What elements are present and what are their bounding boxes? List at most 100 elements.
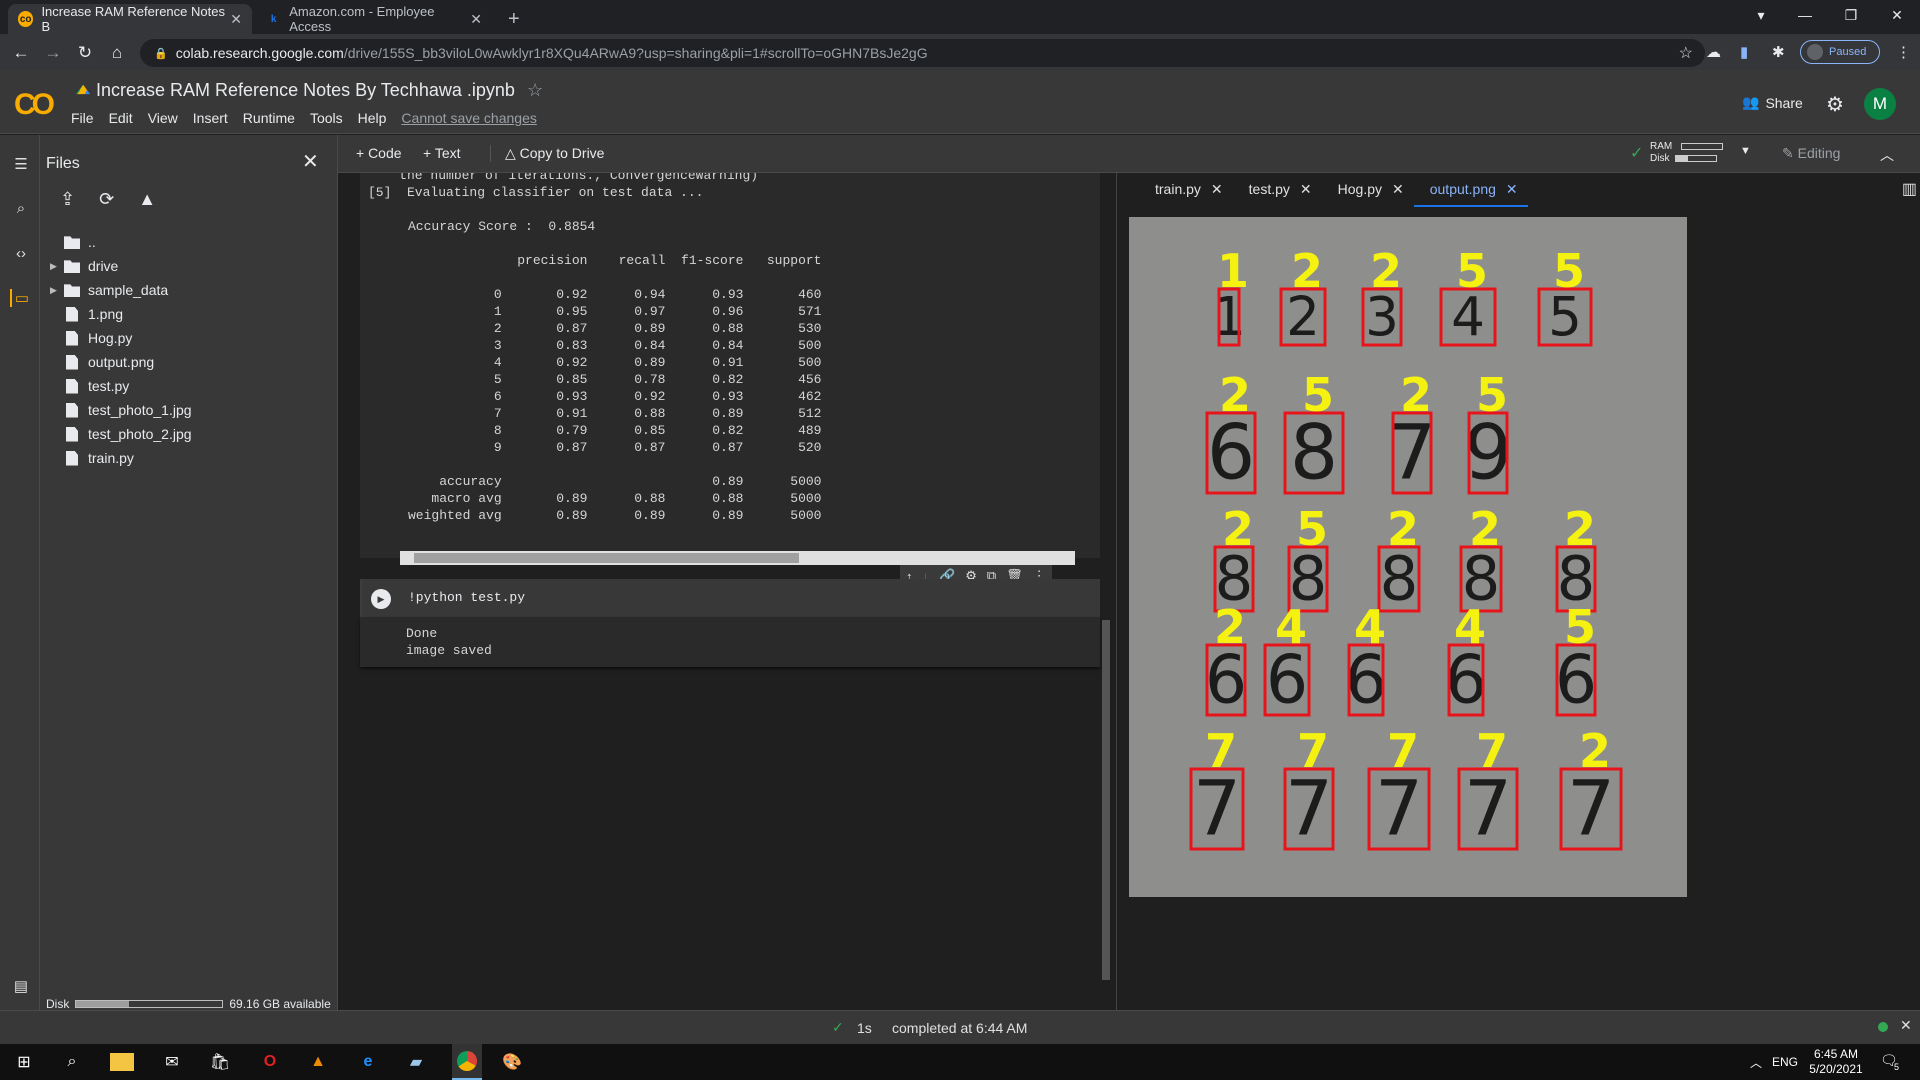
close-window-icon[interactable]: ✕ <box>1874 0 1920 30</box>
reload-icon[interactable]: ↻ <box>74 42 96 64</box>
up-folder-icon <box>64 236 80 249</box>
close-icon[interactable]: ✕ <box>1392 181 1404 207</box>
url-input[interactable]: 🔒 colab.research.google.com/drive/155S_b… <box>140 39 1705 67</box>
files-folder-icon[interactable]: ▭ <box>10 289 32 307</box>
upload-icon[interactable]: ⇪ <box>60 189 75 210</box>
close-icon[interactable]: ✕ <box>1300 181 1312 207</box>
expand-arrow-icon[interactable]: ▶ <box>50 261 64 272</box>
close-icon[interactable]: ✕ <box>1506 181 1518 205</box>
code-snippets-icon[interactable]: ‹› <box>10 245 32 262</box>
back-icon[interactable]: ← <box>10 42 32 64</box>
search-icon[interactable]: ⌕ <box>60 1050 84 1074</box>
run-cell-button[interactable]: ▶ <box>371 589 391 609</box>
table-of-contents-icon[interactable]: ☰ <box>10 155 32 173</box>
tree-item-parent[interactable]: .. <box>50 231 96 253</box>
menu-insert[interactable]: Insert <box>193 110 228 126</box>
vlc-icon[interactable]: ▲ <box>306 1050 330 1074</box>
file-explorer-icon[interactable] <box>110 1053 134 1071</box>
tree-item-drive[interactable]: ▶ drive <box>50 255 118 277</box>
browser-tab-colab[interactable]: co Increase RAM Reference Notes B ✕ <box>8 4 252 34</box>
profile-menu-icon[interactable]: ▾ <box>1738 0 1784 30</box>
tree-item-train-py[interactable]: train.py <box>50 447 134 469</box>
profile-paused-button[interactable]: Paused <box>1800 40 1880 64</box>
store-icon[interactable]: 🛍 <box>208 1050 232 1074</box>
search-icon[interactable]: ⌕ <box>10 200 32 217</box>
output-horizontal-scrollbar[interactable] <box>400 551 1075 565</box>
ram-disk-indicator[interactable]: RAM Disk <box>1650 141 1724 165</box>
expand-arrow-icon[interactable]: ▶ <box>50 285 64 296</box>
tree-item-test-photo-2[interactable]: test_photo_2.jpg <box>50 423 192 445</box>
tab-train-py[interactable]: train.py ✕ <box>1139 173 1233 207</box>
tree-item-output-png[interactable]: output.png <box>50 351 154 373</box>
tree-item-hog-py[interactable]: Hog.py <box>50 327 132 349</box>
scroll-thumb[interactable] <box>414 553 799 563</box>
predicted-label: 5 <box>1302 368 1334 422</box>
mount-drive-icon[interactable]: ▲ <box>138 189 156 210</box>
tree-item-test-photo-1[interactable]: test_photo_1.jpg <box>50 399 192 421</box>
menu-help[interactable]: Help <box>358 110 387 126</box>
settings-gear-icon[interactable]: ⚙ <box>1826 92 1844 117</box>
terminal-icon[interactable]: ▤ <box>10 977 32 995</box>
code-cell[interactable]: ▶ !python test.py <box>360 579 1100 617</box>
minimize-icon[interactable]: — <box>1782 0 1828 30</box>
tab-hog-py[interactable]: Hog.py ✕ <box>1322 173 1414 207</box>
menu-tools[interactable]: Tools <box>310 110 343 126</box>
edge-icon[interactable]: e <box>356 1050 380 1074</box>
cannot-save-link[interactable]: Cannot save changes <box>401 110 536 126</box>
editing-mode-button[interactable]: ✎ Editing <box>1782 145 1840 162</box>
tab-output-png[interactable]: output.png ✕ <box>1413 173 1528 207</box>
user-avatar[interactable]: M <box>1864 88 1896 120</box>
extension-cloud-icon[interactable]: ☁ <box>1706 43 1721 61</box>
browser-menu-icon[interactable]: ⋮ <box>1896 43 1911 61</box>
mail-icon[interactable]: ✉ <box>160 1050 184 1074</box>
close-status-icon[interactable]: ✕ <box>1900 1017 1912 1034</box>
forward-icon[interactable]: → <box>42 42 64 64</box>
code-cell-output: Done image saved <box>360 617 1100 667</box>
colab-logo[interactable]: CO <box>14 88 55 122</box>
collapse-header-icon[interactable]: ︿ <box>1880 145 1894 165</box>
home-icon[interactable]: ⌂ <box>106 42 128 64</box>
menu-view[interactable]: View <box>148 110 178 126</box>
resources-dropdown-icon[interactable]: ▼ <box>1740 145 1751 157</box>
new-tab-button[interactable]: + <box>498 4 528 34</box>
notebook-title[interactable]: Increase RAM Reference Notes By Techhawa… <box>76 80 515 101</box>
extensions-puzzle-icon[interactable]: ✱ <box>1772 43 1785 61</box>
extension-doc-icon[interactable]: ▮ <box>1740 43 1748 61</box>
code-source[interactable]: !python test.py <box>408 590 525 605</box>
tree-item-sample-data[interactable]: ▶ sample_data <box>50 279 168 301</box>
output-line: [5] Evaluating classifier on test data .… <box>368 185 704 200</box>
bookmark-star-icon[interactable]: ☆ <box>1679 43 1693 63</box>
execution-completed[interactable]: completed at 6:44 AM <box>892 1020 1027 1036</box>
add-text-button[interactable]: + Text <box>423 145 461 161</box>
copy-to-drive-button[interactable]: △ Copy to Drive <box>490 145 604 162</box>
output-line: the number of iterations., ConvergenceWa… <box>368 173 759 183</box>
paint-icon[interactable]: 🎨 <box>500 1050 524 1074</box>
close-tab-icon[interactable]: ✕ <box>470 11 482 28</box>
share-button[interactable]: 👥 Share <box>1742 94 1803 111</box>
predicted-label: 2 <box>1579 724 1611 778</box>
clock[interactable]: 6:45 AM 5/20/2021 <box>1804 1047 1868 1077</box>
menu-runtime[interactable]: Runtime <box>243 110 295 126</box>
close-icon[interactable]: ✕ <box>1211 181 1223 207</box>
split-view-icon[interactable]: ▥ <box>1902 179 1917 207</box>
menu-file[interactable]: File <box>71 110 94 126</box>
tree-item-test-py[interactable]: test.py <box>50 375 129 397</box>
browser-tab-amazon[interactable]: k Amazon.com - Employee Access ✕ <box>256 4 492 34</box>
refresh-folder-icon[interactable]: ⟳ <box>99 189 114 210</box>
tray-expand-icon[interactable]: ︿ <box>1744 1050 1768 1074</box>
notebook-scrollbar[interactable] <box>1102 620 1110 980</box>
windows-start-icon[interactable]: ⊞ <box>12 1050 36 1074</box>
close-files-icon[interactable]: ✕ <box>302 149 319 174</box>
star-notebook-icon[interactable]: ☆ <box>527 80 543 101</box>
language-indicator[interactable]: ENG <box>1772 1055 1798 1069</box>
menu-edit[interactable]: Edit <box>109 110 133 126</box>
opera-icon[interactable]: O <box>258 1050 282 1074</box>
editor-tabs: train.py ✕ test.py ✕ Hog.py ✕ output.png ✕ ▥ <box>1117 173 1920 207</box>
close-tab-icon[interactable]: ✕ <box>230 11 242 28</box>
restore-icon[interactable]: ❐ <box>1828 0 1874 30</box>
tab-test-py[interactable]: test.py ✕ <box>1233 173 1322 207</box>
tree-item-1-png[interactable]: 1.png <box>50 303 123 325</box>
notes-icon[interactable]: ▰ <box>404 1050 428 1074</box>
chrome-icon[interactable] <box>452 1044 482 1080</box>
add-code-button[interactable]: + Code <box>356 145 402 161</box>
